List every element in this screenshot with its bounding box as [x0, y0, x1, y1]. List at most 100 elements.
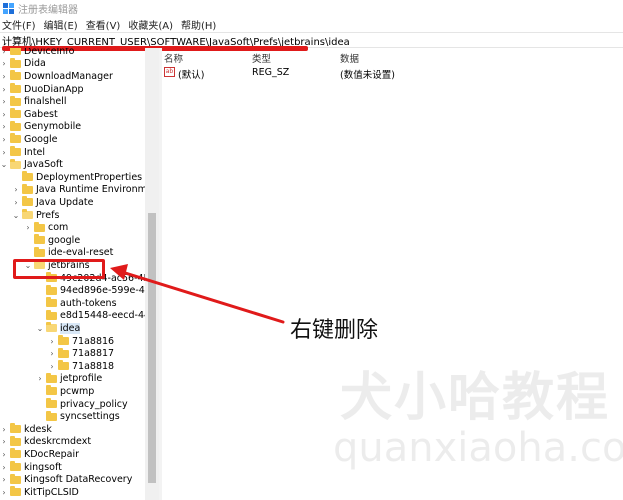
chevron-right-icon[interactable]: ›: [0, 437, 8, 446]
chevron-right-icon[interactable]: ›: [0, 85, 8, 94]
menu-file[interactable]: 文件(F): [2, 17, 36, 32]
tree-scroll-thumb[interactable]: [148, 213, 156, 483]
tree-item[interactable]: › finalshell: [0, 95, 67, 108]
folder-icon: [10, 486, 21, 497]
tree-item[interactable]: › Java Update: [12, 196, 94, 209]
column-type-header[interactable]: 类型: [252, 51, 271, 65]
tree-item[interactable]: google: [24, 234, 80, 247]
menu-bar: 文件(F) 编辑(E) 查看(V) 收藏夹(A) 帮助(H): [0, 17, 623, 32]
menu-view[interactable]: 查看(V): [86, 17, 121, 32]
tree-item[interactable]: › kdeskrcmdext: [0, 435, 91, 449]
chevron-right-icon[interactable]: ›: [0, 59, 8, 68]
chevron-right-icon[interactable]: ›: [0, 488, 8, 497]
tree-item[interactable]: syncsettings: [36, 410, 120, 423]
menu-help[interactable]: 帮助(H): [181, 17, 216, 32]
menu-favorites[interactable]: 收藏夹(A): [128, 17, 173, 32]
tree-item[interactable]: › Kingsoft DataRecovery: [0, 473, 132, 486]
tree-item[interactable]: › 71a8817: [48, 347, 114, 360]
string-value-icon: ab: [164, 67, 175, 77]
folder-icon: [10, 57, 21, 68]
folder-icon: [10, 108, 21, 119]
folder-icon: [34, 234, 45, 245]
value-row[interactable]: ab (默认) REG_SZ (数值未设置): [162, 66, 623, 81]
menu-edit[interactable]: 编辑(E): [44, 17, 78, 32]
column-name-header[interactable]: 名称: [164, 51, 183, 65]
chevron-right-icon[interactable]: ›: [48, 362, 56, 371]
tree-item[interactable]: ⌄ idea: [36, 322, 81, 335]
chevron-right-icon[interactable]: ›: [12, 198, 20, 207]
folder-icon: [58, 347, 69, 358]
tree-item[interactable]: privacy_policy: [36, 398, 128, 411]
chevron-right-icon[interactable]: ›: [48, 349, 56, 358]
tree-item[interactable]: › jetprofile: [36, 372, 103, 386]
folder-icon: [46, 398, 57, 409]
tree-item[interactable]: 94ed896e-599e-4e2c: [36, 284, 159, 297]
chevron-right-icon[interactable]: ›: [0, 425, 8, 434]
tree-item[interactable]: › DuoDianApp: [0, 83, 84, 96]
tree-item[interactable]: ⌄ JavaSoft: [0, 158, 63, 171]
chevron-right-icon[interactable]: ›: [0, 148, 8, 157]
tree-item[interactable]: › DeviceInfo: [0, 48, 74, 58]
chevron-down-icon[interactable]: ⌄: [36, 324, 44, 333]
tree-item[interactable]: › 71a8816: [48, 335, 114, 348]
tree-item[interactable]: › Gabest: [0, 108, 58, 121]
tree-item[interactable]: › kingsoft: [0, 461, 62, 474]
tree-item[interactable]: › kdesk: [0, 423, 52, 436]
folder-icon: [10, 473, 21, 484]
tree-item[interactable]: ide-eval-reset: [24, 246, 114, 260]
chevron-right-icon[interactable]: ›: [0, 110, 8, 119]
chevron-right-icon[interactable]: ›: [0, 72, 8, 81]
watermark-en: quanxiaoha.com: [333, 425, 623, 471]
chevron-right-icon[interactable]: ›: [12, 185, 20, 194]
folder-icon: [46, 372, 57, 383]
chevron-right-icon[interactable]: ›: [0, 122, 8, 131]
tree-item-label: jetprofile: [60, 373, 103, 385]
folder-icon: [58, 360, 69, 371]
tree-item[interactable]: › KitTipCLSID: [0, 486, 79, 499]
chevron-right-icon[interactable]: ›: [0, 135, 8, 144]
tree-item[interactable]: › DownloadManager: [0, 70, 113, 83]
chevron-right-icon[interactable]: ›: [24, 223, 32, 232]
column-data-header[interactable]: 数据: [340, 51, 359, 65]
tree-item-label: ide-eval-reset: [48, 247, 114, 259]
chevron-right-icon[interactable]: ›: [0, 463, 8, 472]
value-name: (默认): [178, 70, 205, 81]
folder-icon: [10, 435, 21, 446]
tree-item-label: 71a8818: [72, 360, 115, 372]
folder-icon: [10, 83, 21, 94]
tree-item[interactable]: pcwmp: [36, 385, 94, 398]
tree-item-label: KitTipCLSID: [24, 486, 79, 498]
folder-icon: [46, 297, 57, 308]
tree-item[interactable]: › Intel: [0, 146, 45, 159]
tree-item-label: Dida: [24, 58, 46, 70]
chevron-right-icon[interactable]: ›: [0, 97, 8, 106]
tree-item-label: KDocRepair: [24, 448, 79, 460]
folder-icon: [10, 146, 21, 157]
folder-icon: [10, 70, 21, 81]
tree-item[interactable]: › Java Runtime Environment: [12, 183, 159, 197]
tree-scrollbar[interactable]: [145, 48, 159, 500]
tree-item[interactable]: DeploymentProperties: [12, 171, 142, 184]
tree-item[interactable]: › 71a8818: [48, 360, 114, 373]
chevron-right-icon[interactable]: ›: [48, 337, 56, 346]
chevron-down-icon[interactable]: ⌄: [12, 211, 20, 220]
tree-item-label: DuoDianApp: [24, 83, 84, 95]
folder-icon: [10, 120, 21, 131]
tree-item[interactable]: › Genymobile: [0, 120, 81, 134]
folder-icon: [22, 196, 33, 207]
tree-item[interactable]: › com: [24, 221, 68, 234]
tree-item[interactable]: auth-tokens: [36, 297, 117, 310]
tree-item[interactable]: › KDocRepair: [0, 448, 79, 461]
tree-item[interactable]: ⌄ Prefs: [12, 209, 59, 222]
chevron-right-icon[interactable]: ›: [0, 450, 8, 459]
watermark-cn: 犬小哈教程: [340, 368, 611, 428]
chevron-right-icon[interactable]: ›: [36, 374, 44, 383]
folder-icon: [22, 171, 33, 182]
chevron-down-icon[interactable]: ⌄: [0, 160, 8, 169]
tree-item[interactable]: › Dida: [0, 57, 46, 71]
tree-item[interactable]: › Google: [0, 133, 58, 146]
value-data: (数值未设置): [340, 70, 395, 81]
chevron-right-icon[interactable]: ›: [0, 48, 8, 56]
chevron-right-icon[interactable]: ›: [0, 475, 8, 484]
tree-item[interactable]: e8d15448-eecd-440e: [36, 309, 159, 323]
